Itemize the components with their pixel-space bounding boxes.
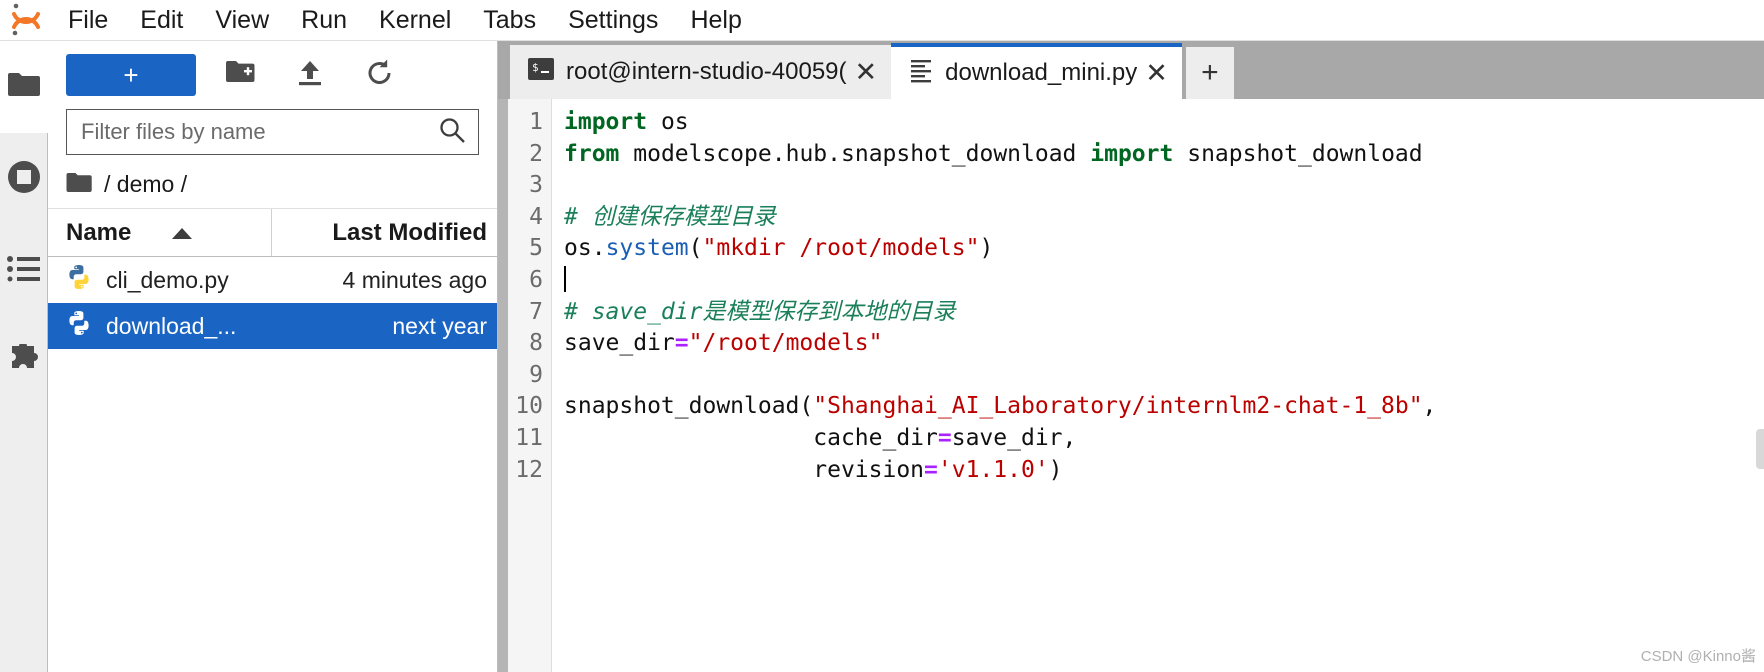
breadcrumb-path: / demo / xyxy=(104,171,188,197)
line-number: 12 xyxy=(515,456,543,483)
line-number: 11 xyxy=(515,424,543,451)
line-number: 8 xyxy=(529,330,543,357)
tab-terminal[interactable]: $ root@intern-studio-40059( ✕ xyxy=(510,45,892,99)
main-dock-area: $ root@intern-studio-40059( ✕ download_m… xyxy=(498,41,1764,672)
folder-icon xyxy=(7,71,41,104)
line-number: 1 xyxy=(529,109,543,135)
line-number: 7 xyxy=(529,298,543,325)
sidebar-item-extensions[interactable] xyxy=(0,317,47,409)
line-number: 6 xyxy=(529,266,543,293)
search-input[interactable] xyxy=(79,118,438,146)
column-header-name-label: Name xyxy=(66,218,132,246)
menu-settings[interactable]: Settings xyxy=(552,0,674,41)
file-browser-panel: + Filter files by name / demo / Name Las… xyxy=(48,41,498,672)
upload-button[interactable] xyxy=(284,54,336,96)
activity-bar xyxy=(0,41,48,672)
code-line: # 创建保存模型目录 xyxy=(564,203,776,230)
close-icon[interactable]: ✕ xyxy=(1145,59,1168,87)
line-number: 2 xyxy=(529,140,543,167)
running-terminals-icon xyxy=(5,158,43,201)
list-item[interactable]: download_... next year xyxy=(48,303,497,349)
editor-tab-bar: $ root@intern-studio-40059( ✕ download_m… xyxy=(498,41,1764,99)
puzzle-piece-icon xyxy=(6,341,42,383)
file-modified-label: 4 minutes ago xyxy=(342,266,487,293)
code-line: from modelscope.hub.snapshot_download im… xyxy=(564,140,1423,167)
sort-ascending-icon xyxy=(171,219,193,247)
line-number: 4 xyxy=(529,203,543,230)
editor-line-number-gutter: 1 2 3 4 5 6 7 8 9 10 11 12 xyxy=(498,99,552,672)
code-line: os.system("mkdir /root/models") xyxy=(564,235,994,262)
search-icon xyxy=(438,116,466,149)
svg-text:$: $ xyxy=(532,61,539,74)
code-line: snapshot_download("Shanghai_AI_Laborator… xyxy=(564,393,1437,420)
new-tab-button[interactable]: + xyxy=(1185,47,1234,99)
file-browser-toolbar: + xyxy=(48,41,497,109)
menu-item-list: File Edit View Run Kernel Tabs Settings … xyxy=(52,0,758,41)
commands-list-icon xyxy=(6,254,41,289)
folder-icon xyxy=(66,172,92,198)
file-modified-label: next year xyxy=(392,312,487,339)
file-filter-wrapper xyxy=(48,109,497,155)
editor-code-area[interactable]: import os from modelscope.hub.snapshot_d… xyxy=(552,99,1764,672)
sidebar-item-file-browser[interactable] xyxy=(0,41,48,133)
file-filter-box[interactable] xyxy=(66,109,479,155)
menu-tabs[interactable]: Tabs xyxy=(467,0,552,41)
tab-terminal-label: root@intern-studio-40059( xyxy=(566,58,847,85)
file-name-label: download_... xyxy=(106,312,237,339)
python-file-icon xyxy=(66,310,92,342)
python-file-icon xyxy=(66,264,92,296)
jupyterlab-window: File Edit View Run Kernel Tabs Settings … xyxy=(0,0,1764,672)
new-folder-button[interactable] xyxy=(214,54,266,96)
line-number: 5 xyxy=(529,235,543,262)
code-line xyxy=(564,265,1764,297)
file-name-cell: download_... xyxy=(48,310,272,342)
code-line: import os xyxy=(564,109,689,135)
close-icon[interactable]: ✕ xyxy=(855,58,878,86)
column-header-last-modified[interactable]: Last Modified xyxy=(272,219,497,247)
new-folder-icon xyxy=(225,60,255,90)
breadcrumb[interactable]: / demo / xyxy=(48,161,497,209)
upload-icon xyxy=(296,59,324,92)
tab-download-mini-py[interactable]: download_mini.py ✕ xyxy=(891,43,1182,99)
scrollbar-thumb[interactable] xyxy=(1756,429,1764,469)
column-header-name[interactable]: Name xyxy=(48,209,272,256)
menu-edit[interactable]: Edit xyxy=(124,0,199,41)
menu-kernel[interactable]: Kernel xyxy=(363,0,467,41)
menu-view[interactable]: View xyxy=(199,0,285,41)
menu-bar: File Edit View Run Kernel Tabs Settings … xyxy=(0,0,1764,41)
new-launcher-button[interactable]: + xyxy=(66,54,196,96)
line-number: 10 xyxy=(515,393,543,420)
file-name-cell: cli_demo.py xyxy=(48,264,272,296)
sidebar-item-running[interactable] xyxy=(0,133,47,225)
code-line: cache_dir=save_dir, xyxy=(813,424,1077,451)
text-file-icon xyxy=(909,57,933,90)
line-number: 9 xyxy=(529,361,543,388)
file-name-label: cli_demo.py xyxy=(106,266,229,293)
code-editor[interactable]: 1 2 3 4 5 6 7 8 9 10 11 12 import os fro… xyxy=(498,99,1764,672)
refresh-button[interactable] xyxy=(354,54,406,96)
tab-download-mini-py-label: download_mini.py xyxy=(945,59,1138,86)
file-list-header: Name Last Modified xyxy=(48,209,497,257)
line-number: 3 xyxy=(529,172,543,199)
menu-run[interactable]: Run xyxy=(285,0,363,41)
list-item[interactable]: cli_demo.py 4 minutes ago xyxy=(48,257,497,303)
watermark-text: CSDN @Kinno酱 xyxy=(1640,648,1756,665)
code-line: save_dir="/root/models" xyxy=(564,330,883,357)
jupyter-logo-icon xyxy=(0,0,52,41)
menu-help[interactable]: Help xyxy=(674,0,757,41)
menu-file[interactable]: File xyxy=(52,0,124,41)
code-line: # save_dir是模型保存到本地的目录 xyxy=(564,298,956,325)
refresh-icon xyxy=(365,58,395,93)
terminal-icon: $ xyxy=(528,56,554,89)
sidebar-item-commands[interactable] xyxy=(0,225,47,317)
code-line: revision='v1.1.0') xyxy=(813,456,1063,483)
